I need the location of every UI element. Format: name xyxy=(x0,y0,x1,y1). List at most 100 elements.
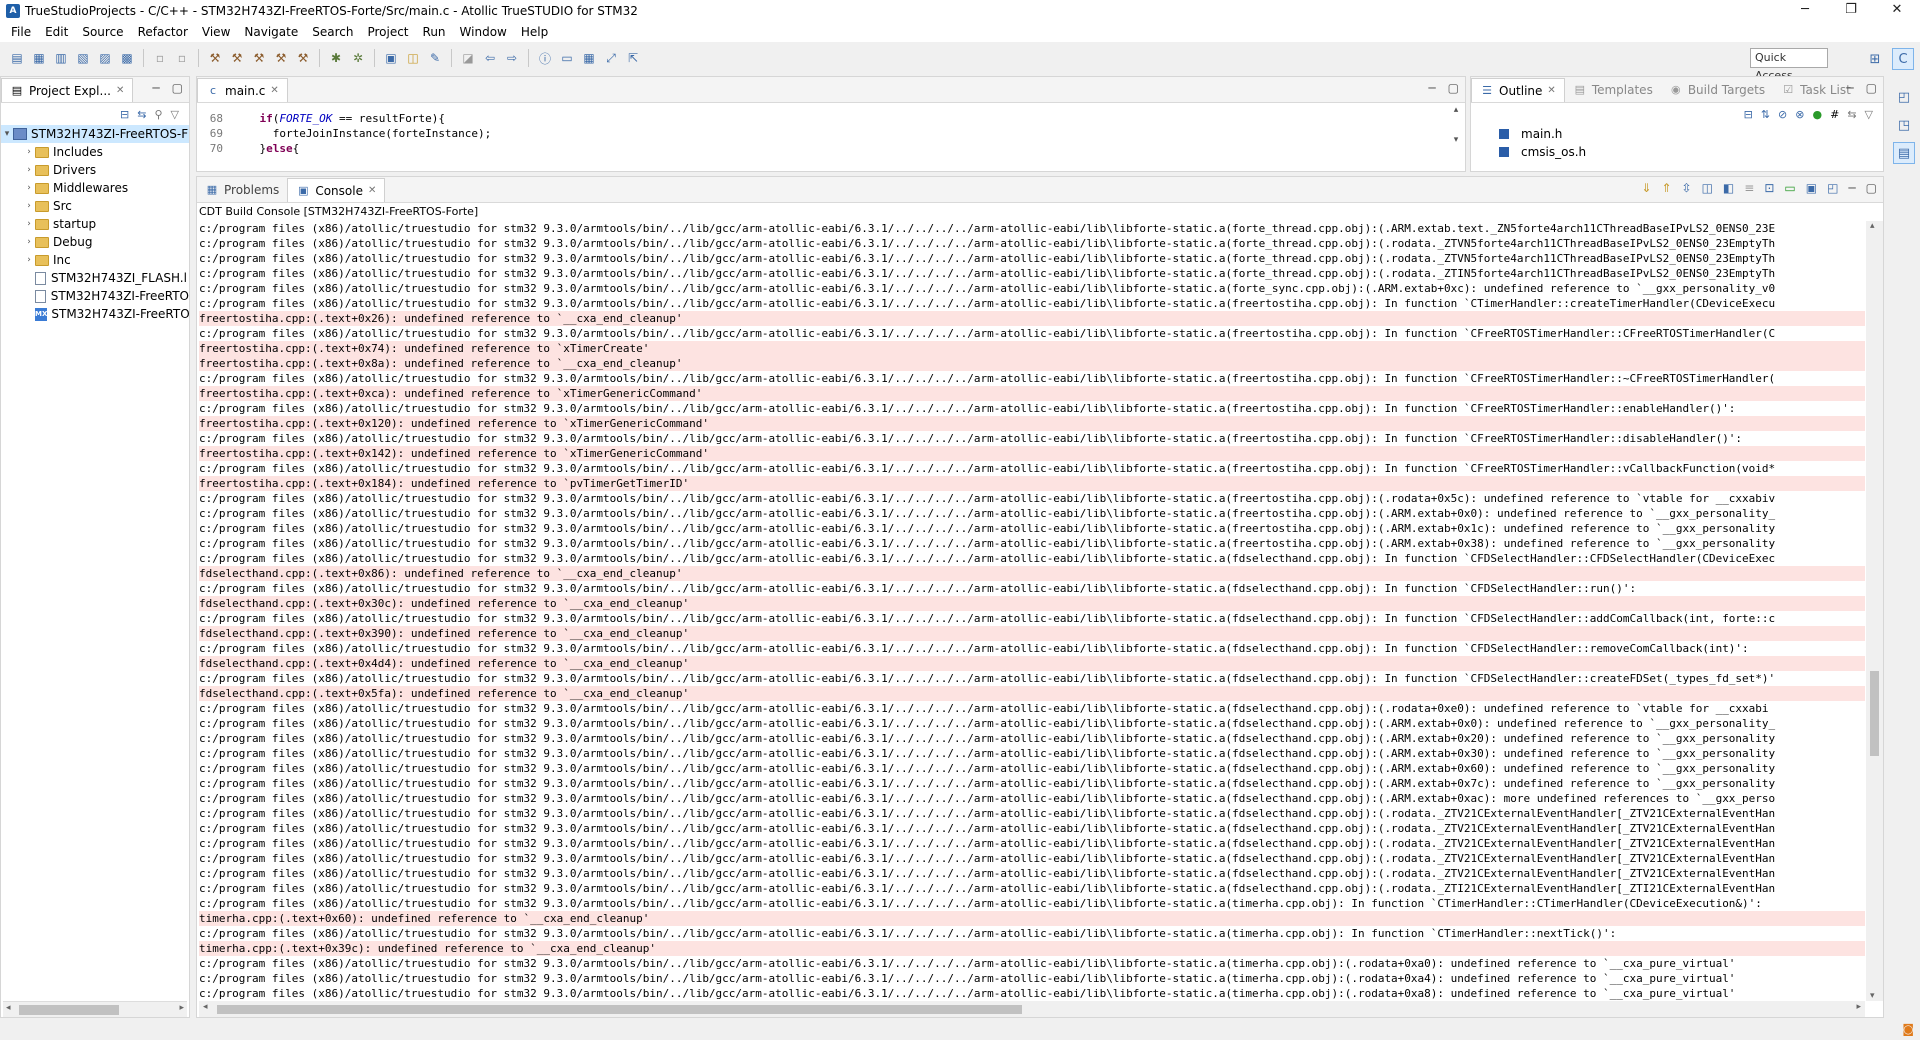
maximize-icon[interactable]: ▢ xyxy=(172,81,183,95)
console-error-line[interactable]: timerha.cpp:(.text+0x60): undefined refe… xyxy=(199,911,1865,926)
minimize-icon[interactable]: ─ xyxy=(1428,81,1435,95)
console-line[interactable]: c:/program files (x86)/atollic/truestudi… xyxy=(199,581,1865,596)
filter-icon[interactable]: ⚲ xyxy=(154,108,162,121)
build-icon[interactable]: ⚒ xyxy=(206,49,224,67)
close-icon[interactable]: ✕ xyxy=(116,85,124,96)
hash-icon[interactable]: # xyxy=(1830,108,1839,121)
console-horizontal-scrollbar[interactable]: ◂ ▸ xyxy=(199,1001,1865,1017)
window-icon[interactable]: ▭ xyxy=(558,49,576,67)
console-line[interactable]: c:/program files (x86)/atollic/truestudi… xyxy=(199,251,1865,266)
console-error-line[interactable]: freertostiha.cpp:(.text+0x26): undefined… xyxy=(199,311,1865,326)
console-line[interactable]: c:/program files (x86)/atollic/truestudi… xyxy=(199,701,1865,716)
minimize-icon[interactable]: ─ xyxy=(152,81,159,95)
console-line[interactable]: c:/program files (x86)/atollic/truestudi… xyxy=(199,731,1865,746)
console-line[interactable]: c:/program files (x86)/atollic/truestudi… xyxy=(199,371,1865,386)
minimized-view-icon[interactable]: ◳ xyxy=(1893,114,1915,136)
menu-refactor[interactable]: Refactor xyxy=(131,22,195,42)
console-error-line[interactable]: freertostiha.cpp:(.text+0x142): undefine… xyxy=(199,446,1865,461)
hide-static-icon[interactable]: ⊗ xyxy=(1795,108,1804,121)
minimize-icon[interactable]: ─ xyxy=(1846,81,1853,95)
menu-file[interactable]: File xyxy=(4,22,38,42)
maximize-button[interactable]: ❐ xyxy=(1828,0,1874,22)
console-line[interactable]: c:/program files (x86)/atollic/truestudi… xyxy=(199,881,1865,896)
rebuild-icon[interactable]: ⚒ xyxy=(250,49,268,67)
console-line[interactable]: c:/program files (x86)/atollic/truestudi… xyxy=(199,986,1865,1001)
console-error-line[interactable]: fdselecthand.cpp:(.text+0x390): undefine… xyxy=(199,626,1865,641)
maximize-icon[interactable]: ▢ xyxy=(1866,181,1877,195)
console-output[interactable]: c:/program files (x86)/atollic/truestudi… xyxy=(199,221,1865,1001)
hide-fields-icon[interactable]: ⊘ xyxy=(1778,108,1787,121)
console-line[interactable]: c:/program files (x86)/atollic/truestudi… xyxy=(199,956,1865,971)
tree-item[interactable]: › Inc xyxy=(1,251,189,269)
menu-help[interactable]: Help xyxy=(514,22,555,42)
sort-icon[interactable]: ⇅ xyxy=(1761,108,1770,121)
console-line[interactable]: c:/program files (x86)/atollic/truestudi… xyxy=(199,431,1865,446)
console-line[interactable]: c:/program files (x86)/atollic/truestudi… xyxy=(199,836,1865,851)
console-line[interactable]: c:/program files (x86)/atollic/truestudi… xyxy=(199,746,1865,761)
link-editor-icon[interactable]: ⇆ xyxy=(137,108,146,121)
expand-icon[interactable]: ⤢ xyxy=(602,49,620,67)
console-line[interactable]: c:/program files (x86)/atollic/truestudi… xyxy=(199,266,1865,281)
word-wrap-icon[interactable]: ⊡ xyxy=(1764,181,1774,195)
new-console-icon[interactable]: ◰ xyxy=(1827,181,1838,195)
console-line[interactable]: c:/program files (x86)/atollic/truestudi… xyxy=(199,281,1865,296)
console-line[interactable]: c:/program files (x86)/atollic/truestudi… xyxy=(199,851,1865,866)
maximize-icon[interactable]: ▢ xyxy=(1448,81,1459,95)
tree-item[interactable]: › Debug xyxy=(1,233,189,251)
console-line[interactable]: c:/program files (x86)/atollic/truestudi… xyxy=(199,791,1865,806)
close-icon[interactable]: ✕ xyxy=(270,85,278,96)
console-line[interactable]: c:/program files (x86)/atollic/truestudi… xyxy=(199,506,1865,521)
tab-main-c[interactable]: c main.c ✕ xyxy=(197,78,288,102)
console-line[interactable]: c:/program files (x86)/atollic/truestudi… xyxy=(199,296,1865,311)
scroll-down-icon[interactable]: ⇓ xyxy=(1641,181,1651,195)
console-line[interactable]: c:/program files (x86)/atollic/truestudi… xyxy=(199,641,1865,656)
collapse-all-icon[interactable]: ⊟ xyxy=(120,108,129,121)
menu-project[interactable]: Project xyxy=(360,22,415,42)
scroll-up-icon[interactable]: ⇑ xyxy=(1661,181,1671,195)
expand-icon[interactable]: › xyxy=(23,255,35,265)
menu-window[interactable]: Window xyxy=(453,22,514,42)
expand-icon[interactable]: › xyxy=(23,165,35,175)
pin-icon[interactable]: ◧ xyxy=(1723,181,1734,195)
tree-item[interactable]: › startup xyxy=(1,215,189,233)
minimize-button[interactable]: ─ xyxy=(1782,0,1828,22)
console-line[interactable]: c:/program files (x86)/atollic/truestudi… xyxy=(199,551,1865,566)
outline-item[interactable]: cmsis_os.h xyxy=(1471,143,1883,161)
minimized-view-icon[interactable]: ◰ xyxy=(1893,86,1915,108)
open-perspective-icon[interactable]: ⊞ xyxy=(1864,48,1886,70)
build-all-icon[interactable]: ⚒ xyxy=(228,49,246,67)
maximize-icon[interactable]: ▢ xyxy=(1866,81,1877,95)
new-project-icon[interactable]: ▦ xyxy=(30,49,48,67)
view-menu-icon[interactable]: ▽ xyxy=(171,108,179,121)
save-all-icon[interactable]: ▫ xyxy=(173,49,191,67)
new-icon[interactable]: ▤ xyxy=(8,49,26,67)
debug-icon[interactable]: ✱ xyxy=(327,49,345,67)
console-line[interactable]: c:/program files (x86)/atollic/truestudi… xyxy=(199,866,1865,881)
console-vertical-scrollbar[interactable]: ▴ ▾ xyxy=(1866,221,1883,1001)
minimize-icon[interactable]: ─ xyxy=(1848,181,1855,195)
save-icon[interactable]: ▫ xyxy=(151,49,169,67)
cpp-perspective-icon[interactable]: C xyxy=(1892,48,1914,70)
tab-templates[interactable]: ▤ Templates xyxy=(1565,78,1661,102)
bug-icon[interactable]: ✲ xyxy=(349,49,367,67)
menu-run[interactable]: Run xyxy=(416,22,453,42)
forward-icon[interactable]: ⇨ xyxy=(503,49,521,67)
console-error-line[interactable]: timerha.cpp:(.text+0x39c): undefined ref… xyxy=(199,941,1865,956)
layout-icon[interactable]: ▦ xyxy=(580,49,598,67)
tree-item[interactable]: MX STM32H743ZI-FreeRTO xyxy=(1,305,189,323)
menu-search[interactable]: Search xyxy=(305,22,360,42)
expand-icon[interactable]: › xyxy=(23,237,35,247)
menu-edit[interactable]: Edit xyxy=(38,22,75,42)
console-line[interactable]: c:/program files (x86)/atollic/truestudi… xyxy=(199,806,1865,821)
view-menu-icon[interactable]: ▽ xyxy=(1865,108,1873,121)
console-line[interactable]: c:/program files (x86)/atollic/truestudi… xyxy=(199,236,1865,251)
menu-source[interactable]: Source xyxy=(75,22,130,42)
back-icon[interactable]: ⇦ xyxy=(481,49,499,67)
new-file-icon[interactable]: ▩ xyxy=(118,49,136,67)
terminal-icon[interactable]: ▣ xyxy=(382,49,400,67)
collapse-all-icon[interactable]: ⊟ xyxy=(1744,108,1753,121)
expand-icon[interactable]: ▾ xyxy=(1,129,13,139)
console-error-line[interactable]: freertostiha.cpp:(.text+0x120): undefine… xyxy=(199,416,1865,431)
editor-vertical-scrollbar[interactable]: ▴ ▾ xyxy=(1449,105,1463,165)
open-folder-icon[interactable]: ◫ xyxy=(404,49,422,67)
